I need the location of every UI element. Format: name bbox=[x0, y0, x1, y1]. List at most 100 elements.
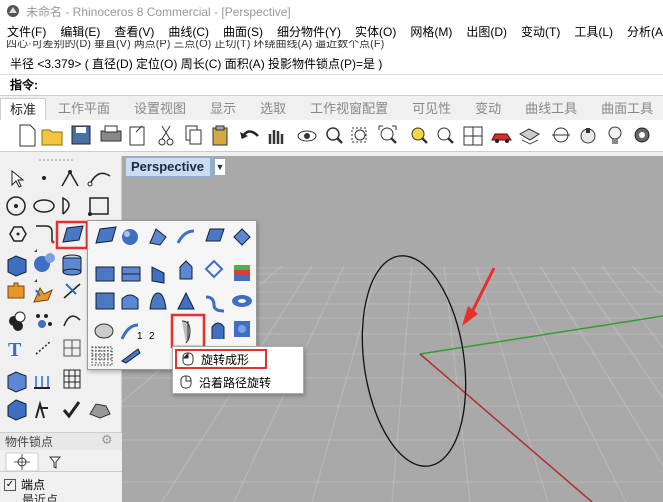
menu-file[interactable]: 文件(F) bbox=[0, 23, 53, 40]
blend-icon[interactable] bbox=[205, 295, 225, 313]
rectangle-surface-icon[interactable] bbox=[95, 292, 115, 310]
round-surface-icon[interactable] bbox=[121, 294, 139, 310]
sweep-rail-icon[interactable] bbox=[121, 348, 141, 364]
viewport-dropdown-icon[interactable]: ▼ bbox=[214, 158, 226, 176]
rotate-view-icon[interactable] bbox=[297, 130, 317, 142]
osnap-endpoint-checkbox[interactable]: ✓ bbox=[4, 479, 16, 491]
planar-surface-icon[interactable] bbox=[95, 266, 115, 282]
zoom-selected-icon[interactable] bbox=[411, 127, 428, 144]
cut-icon[interactable] bbox=[158, 125, 174, 146]
zoom-icon[interactable] bbox=[326, 127, 343, 144]
tab-curve-tools[interactable]: 曲线工具 bbox=[513, 98, 589, 120]
sphere-solid-icon[interactable] bbox=[34, 253, 55, 272]
menu-edit[interactable]: 编辑(E) bbox=[53, 23, 107, 40]
curve-icon[interactable] bbox=[87, 172, 111, 187]
tab-visibility[interactable]: 可见性 bbox=[400, 98, 463, 120]
cone-icon[interactable] bbox=[177, 291, 195, 310]
save-icon[interactable] bbox=[71, 125, 91, 145]
rail-revolve-two-icon[interactable] bbox=[211, 322, 225, 339]
box-solid-icon[interactable] bbox=[7, 255, 27, 277]
dimension-icon[interactable] bbox=[35, 341, 51, 355]
menu-tools[interactable]: 工具(L) bbox=[567, 23, 620, 40]
point-cloud-icon[interactable] bbox=[36, 314, 52, 328]
boolean-icon[interactable] bbox=[9, 311, 26, 331]
grid-dots-icon[interactable] bbox=[63, 339, 81, 357]
trim-icon[interactable] bbox=[63, 283, 81, 299]
menu-solid[interactable]: 实体(O) bbox=[348, 23, 403, 40]
polygon-icon[interactable] bbox=[9, 226, 27, 242]
dotted-grid-icon[interactable] bbox=[91, 346, 113, 366]
extrude-icon[interactable] bbox=[179, 260, 193, 280]
network-surface-icon[interactable] bbox=[205, 228, 225, 242]
heightfield-icon[interactable] bbox=[234, 321, 250, 337]
layers-grid-icon[interactable] bbox=[519, 128, 540, 145]
cage-icon[interactable] bbox=[7, 371, 27, 393]
menu-analyze[interactable]: 分析(A) bbox=[620, 23, 663, 40]
check-icon[interactable] bbox=[62, 401, 81, 419]
osnap-settings-gear-icon[interactable]: ⚙ bbox=[101, 433, 115, 447]
rail-revolve-icon[interactable] bbox=[151, 266, 165, 284]
zoom-lens-icon[interactable] bbox=[437, 127, 454, 144]
arrow-curve-icon[interactable] bbox=[63, 315, 81, 327]
menu-transform[interactable]: 变动(T) bbox=[514, 23, 567, 40]
tab-surface-tools[interactable]: 曲面工具 bbox=[589, 98, 663, 120]
edge-surface-icon[interactable] bbox=[121, 266, 141, 282]
tab-set-view[interactable]: 设置视图 bbox=[122, 98, 198, 120]
pan-hand-icon[interactable] bbox=[268, 130, 284, 144]
menu-curve[interactable]: 曲线(C) bbox=[161, 23, 216, 40]
tab-select[interactable]: 选取 bbox=[248, 98, 298, 120]
osnap-endpoint[interactable]: ✓ 端点 bbox=[4, 476, 45, 494]
osnap-tab-target-icon[interactable] bbox=[5, 452, 39, 472]
object-properties-icon[interactable] bbox=[580, 128, 596, 144]
four-viewports-icon[interactable] bbox=[463, 126, 483, 146]
command-prompt[interactable]: 指令: bbox=[0, 74, 663, 96]
render-icon[interactable] bbox=[7, 399, 27, 421]
surface-highlight-box[interactable] bbox=[55, 220, 89, 250]
tab-cplanes[interactable]: 工作平面 bbox=[46, 98, 122, 120]
menu-view[interactable]: 查看(V) bbox=[107, 23, 161, 40]
two-rail-icon[interactable] bbox=[120, 323, 139, 340]
checker-grid-icon[interactable] bbox=[63, 369, 81, 389]
cylinder-icon[interactable] bbox=[62, 254, 82, 276]
light-bulb-icon[interactable] bbox=[608, 126, 622, 144]
mesh-solid-icon[interactable] bbox=[89, 403, 111, 419]
tab-display[interactable]: 显示 bbox=[198, 98, 248, 120]
open-folder-icon[interactable] bbox=[41, 129, 63, 146]
paste-icon[interactable] bbox=[212, 125, 228, 146]
patch-icon[interactable] bbox=[233, 228, 251, 246]
sweep-curve-icon[interactable] bbox=[176, 229, 195, 244]
gradient-surface-icon[interactable] bbox=[234, 265, 250, 281]
dome-icon[interactable] bbox=[149, 292, 167, 310]
car-render-icon[interactable] bbox=[491, 133, 512, 143]
surface-from-points-icon[interactable] bbox=[95, 226, 117, 244]
tab-transform[interactable]: 变动 bbox=[463, 98, 513, 120]
text-icon[interactable]: T bbox=[8, 339, 22, 361]
cap-icon[interactable] bbox=[204, 259, 224, 279]
rectangle-icon[interactable] bbox=[88, 197, 109, 216]
array-arrows-icon[interactable] bbox=[34, 376, 50, 389]
material-sphere-icon[interactable] bbox=[552, 127, 570, 143]
tab-viewport-layout[interactable]: 工作视窗配置 bbox=[298, 98, 400, 120]
zoom-window-icon[interactable] bbox=[351, 127, 367, 143]
new-file-icon[interactable] bbox=[19, 124, 36, 147]
zoom-extents-icon[interactable] bbox=[378, 125, 397, 144]
revolve-curve[interactable] bbox=[350, 249, 479, 473]
menu-item-revolve[interactable]: 旋转成形 bbox=[175, 349, 267, 369]
revolve-highlight-box[interactable] bbox=[170, 313, 206, 349]
menu-drafting[interactable]: 出图(D) bbox=[459, 23, 514, 40]
page-setup-icon[interactable] bbox=[129, 125, 145, 146]
loft-shade-icon[interactable] bbox=[149, 228, 167, 246]
drape-icon[interactable] bbox=[94, 323, 114, 339]
options-gear-icon[interactable] bbox=[634, 127, 650, 143]
select-arrow-icon[interactable] bbox=[11, 169, 25, 188]
osnap-tab-filter-icon[interactable] bbox=[48, 456, 62, 469]
torus-icon[interactable] bbox=[232, 295, 252, 307]
menu-item-rail-revolve[interactable]: 沿着路径旋转 bbox=[175, 372, 271, 392]
circle-icon[interactable] bbox=[6, 196, 26, 216]
polyline-icon[interactable] bbox=[61, 170, 79, 187]
tab-standard[interactable]: 标准 bbox=[0, 98, 47, 120]
fillet-curve-icon[interactable] bbox=[36, 225, 55, 244]
print-icon[interactable] bbox=[100, 125, 122, 142]
viewport-title-tab[interactable]: Perspective bbox=[125, 157, 211, 177]
puzzle-icon[interactable] bbox=[7, 282, 25, 299]
